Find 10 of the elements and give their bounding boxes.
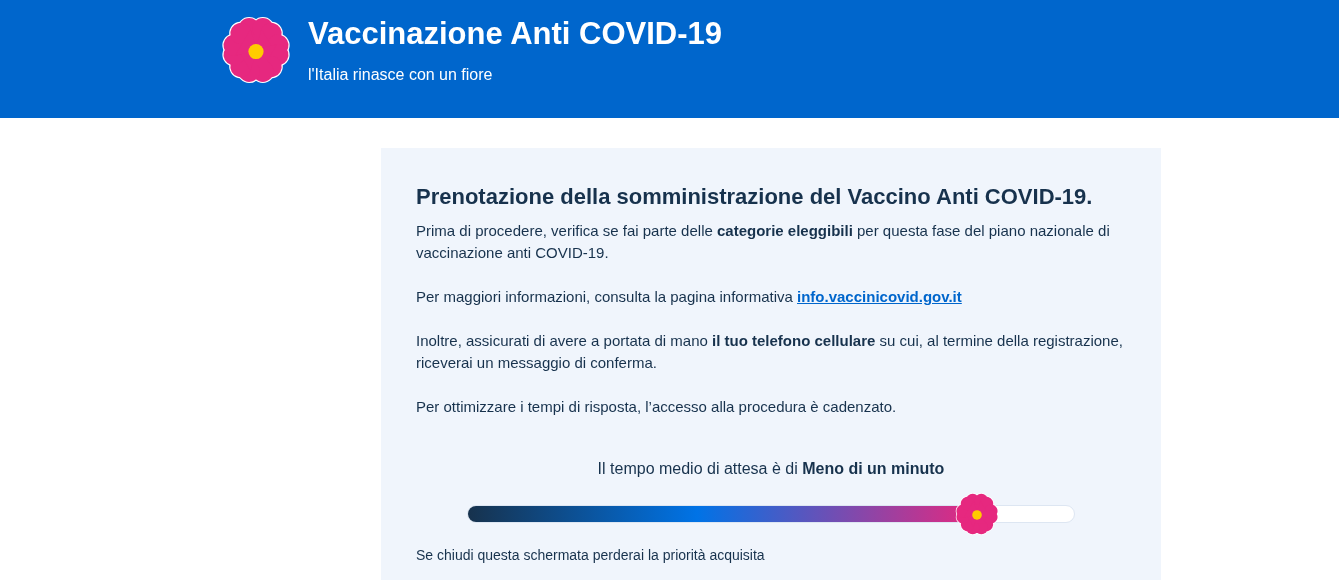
site-title: Vaccinazione Anti COVID-19	[308, 16, 723, 52]
warning-text: Se chiudi questa schermata perderai la priorità acquisita	[416, 547, 766, 563]
paragraph: Prima di procedere, verifica se fai parte delle categorie eleggibili per questa fase del piano nazionale di vaccinazione anti COVID-19.	[416, 221, 1111, 263]
paragraph: Per maggiori informazioni, consulta la pagina informativa info.vaccinicovid.gov.it	[416, 287, 963, 307]
card-title: Prenotazione della somministrazione del Vaccino Anti COVID-19.	[416, 184, 1094, 210]
site-subtitle: l'Italia rinasce con un fiore	[308, 66, 494, 84]
info-link[interactable]: info.vaccinicovid.gov.it	[797, 288, 962, 305]
paragraph: Per ottimizzare i tempi di risposta, l’accesso alla procedura è cadenzato.	[416, 397, 898, 417]
paragraph: Inoltre, assicurati di avere a portata di mano il tuo telefono cellulare su cui, al termine della registrazione, riceverai un messaggio di conferma.	[416, 331, 1124, 373]
wait-time-text: Il tempo medio di attesa è di Meno di un minuto	[596, 459, 946, 479]
